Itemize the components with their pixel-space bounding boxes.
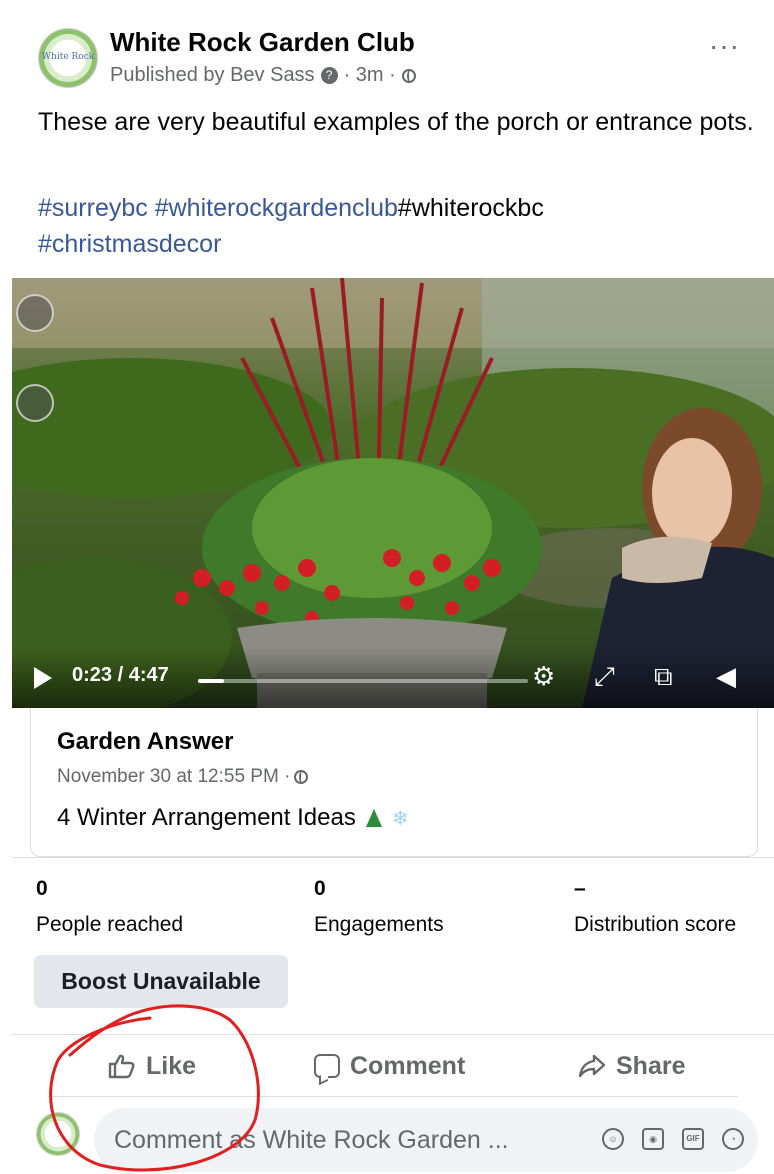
share-button[interactable]: Share: [578, 1046, 685, 1086]
comment-label: Comment: [350, 1051, 466, 1080]
like-label: Like: [146, 1051, 197, 1080]
comment-placeholder: Comment as White Rock Garden ...: [114, 1126, 509, 1154]
comment-input[interactable]: Comment as White Rock Garden ... ☺ ◉ GIF…: [94, 1108, 758, 1172]
stat-engagements: 0 Engagements: [314, 877, 444, 937]
hashtag-link[interactable]: #whiterockgardenclub: [155, 194, 398, 222]
seek-bar[interactable]: [198, 679, 528, 683]
divider: [12, 857, 774, 858]
fullscreen-icon[interactable]: ⤢: [594, 661, 615, 693]
thumbs-up-icon: [108, 1054, 135, 1079]
source-title-row: 4 Winter Arrangement Ideas ❄: [57, 804, 409, 832]
stat-value: –: [574, 877, 586, 900]
boost-button[interactable]: Boost Unavailable: [34, 955, 288, 1008]
emoji-icon[interactable]: ☺: [602, 1128, 624, 1150]
divider: [48, 1096, 738, 1097]
page-avatar[interactable]: White Rock: [38, 28, 98, 88]
play-icon[interactable]: [34, 667, 52, 689]
gif-icon[interactable]: GIF: [682, 1128, 704, 1150]
stat-distribution-score: – Distribution score: [574, 877, 736, 937]
source-date[interactable]: November 30 at 12:55 PM ·: [57, 766, 290, 788]
seek-progress: [198, 679, 225, 683]
commenter-avatar[interactable]: [36, 1112, 80, 1156]
comment-tools: ☺ ◉ GIF ◔: [602, 1128, 744, 1150]
stat-value: 0: [36, 877, 48, 900]
video-player[interactable]: 0:23 / 4:47 ⚙ ⤢ ⧉ ◀: [12, 278, 774, 708]
page-name[interactable]: White Rock Garden Club: [110, 27, 415, 58]
source-meta: November 30 at 12:55 PM ·: [57, 766, 309, 788]
share-label: Share: [616, 1051, 686, 1080]
post-text: These are very beautiful examples of the…: [38, 108, 754, 136]
stat-people-reached: 0 People reached: [36, 877, 183, 937]
share-icon: [578, 1054, 606, 1078]
stat-value: 0: [314, 877, 326, 900]
more-options-button[interactable]: ···: [709, 30, 740, 62]
sticker-icon[interactable]: ◔: [722, 1128, 744, 1150]
video-frame: [12, 278, 774, 708]
camera-icon[interactable]: ◉: [642, 1128, 664, 1150]
snowflake-icon: ❄: [391, 807, 409, 830]
post-time[interactable]: · 3m ·: [344, 64, 396, 87]
picture-in-picture-icon[interactable]: ⧉: [654, 661, 673, 693]
avatar-overlay-icon[interactable]: [16, 294, 54, 332]
globe-icon: [401, 68, 416, 83]
post-meta: Published by Bev Sass ? · 3m ·: [110, 64, 416, 87]
video-timecode: 0:23 / 4:47: [72, 664, 169, 686]
comment-button[interactable]: Comment: [314, 1046, 465, 1086]
christmas-tree-icon: [365, 809, 382, 827]
info-icon[interactable]: ?: [320, 67, 338, 84]
source-name[interactable]: Garden Answer: [57, 728, 234, 756]
hashtag-text: #whiterockbc: [397, 194, 544, 222]
settings-gear-icon[interactable]: ⚙: [532, 661, 555, 692]
avatar-logo-text: White Rock: [41, 52, 95, 63]
source-title: 4 Winter Arrangement Ideas: [57, 804, 356, 831]
globe-icon: [294, 770, 309, 784]
divider: [12, 1034, 774, 1035]
post-card: White Rock White Rock Garden Club Publis…: [12, 0, 774, 1174]
reaction-overlay-icon[interactable]: [16, 384, 54, 422]
video-controls: 0:23 / 4:47 ⚙ ⤢ ⧉ ◀: [12, 648, 774, 708]
hashtag-link[interactable]: #surreybc: [38, 194, 148, 222]
shared-video-source[interactable]: Garden Answer November 30 at 12:55 PM · …: [30, 708, 758, 857]
published-by[interactable]: Published by Bev Sass: [110, 64, 315, 87]
hashtag-link[interactable]: #christmasdecor: [38, 230, 221, 258]
stat-label: Engagements: [314, 913, 444, 936]
comment-icon: [314, 1054, 340, 1078]
hashtags: #surreybc #whiterockgardenclub#whiterock…: [38, 190, 754, 262]
stat-label: Distribution score: [574, 913, 737, 936]
stat-label: People reached: [36, 913, 184, 936]
like-button[interactable]: Like: [108, 1046, 196, 1086]
volume-icon[interactable]: ◀: [716, 661, 736, 692]
